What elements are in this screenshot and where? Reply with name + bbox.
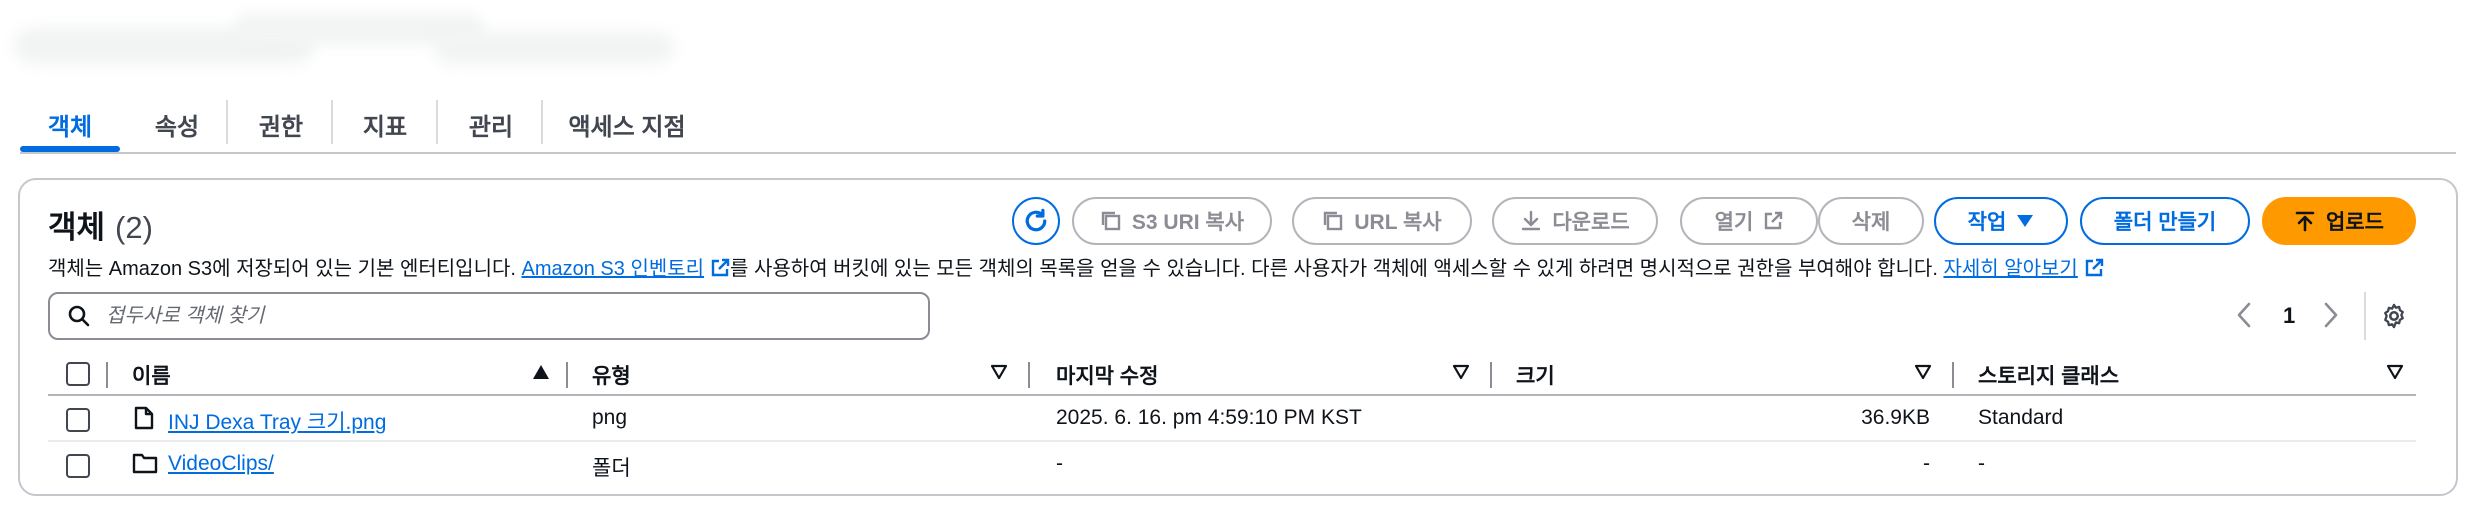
sort-icon[interactable] xyxy=(1914,364,1932,380)
download-button[interactable]: 다운로드 xyxy=(1492,197,1658,245)
search-input[interactable] xyxy=(106,304,886,328)
column-divider xyxy=(1490,362,1492,388)
upload-button[interactable]: 업로드 xyxy=(2262,197,2416,245)
external-link-icon xyxy=(1765,211,1783,230)
download-label: 다운로드 xyxy=(1552,211,1630,234)
tab-objects[interactable]: 객체 xyxy=(20,96,120,152)
external-link-icon xyxy=(711,258,730,277)
delete-button[interactable]: 삭제 xyxy=(1818,197,1924,245)
tab-bar: 객체 속성 권한 지표 관리 액세스 지점 xyxy=(20,96,2456,154)
create-folder-button[interactable]: 폴더 만들기 xyxy=(2080,197,2250,245)
search-box xyxy=(48,292,930,340)
column-divider xyxy=(566,362,568,388)
tab-management[interactable]: 관리 xyxy=(444,96,538,152)
description-text: 객체는 Amazon S3에 저장되어 있는 기본 엔터티입니다. xyxy=(48,258,522,280)
table-row: VideoClips/ 폴더 - - - xyxy=(48,442,2416,488)
object-storage-class: Standard xyxy=(1978,406,2064,429)
folder-icon xyxy=(132,453,158,474)
object-type: png xyxy=(592,406,628,429)
column-divider xyxy=(106,362,108,388)
tab-divider xyxy=(226,100,228,144)
objects-count: (2) xyxy=(115,210,153,245)
object-last-modified: 2025. 6. 16. pm 4:59:10 PM KST xyxy=(1056,406,1362,429)
tab-divider xyxy=(436,100,438,144)
actions-label: 작업 xyxy=(1967,211,2007,234)
column-divider xyxy=(1028,362,1030,388)
tab-access-points[interactable]: 액세스 지점 xyxy=(554,96,700,152)
column-header-storage-class[interactable]: 스토리지 클래스 xyxy=(1978,360,2119,390)
search-icon xyxy=(68,305,90,327)
redacted-breadcrumb xyxy=(14,8,694,74)
refresh-button[interactable] xyxy=(1012,197,1060,245)
copy-icon xyxy=(1324,211,1343,231)
table-header: 이름 유형 마지막 수정 크기 스토리지 클래스 xyxy=(48,356,2416,396)
gear-icon[interactable] xyxy=(2380,302,2408,330)
column-divider xyxy=(1952,362,1954,388)
objects-heading: 객체 (2) xyxy=(48,202,153,247)
copy-url-button[interactable]: URL 복사 xyxy=(1292,197,1472,245)
file-icon xyxy=(134,406,154,430)
caret-down-icon xyxy=(2017,215,2034,227)
column-header-size[interactable]: 크기 xyxy=(1516,360,1555,390)
row-checkbox[interactable] xyxy=(66,454,90,478)
pager-divider xyxy=(2364,292,2366,340)
description-text: 를 사용하여 버킷에 있는 모든 객체의 목록을 얻을 수 있습니다. 다른 사… xyxy=(730,258,1944,280)
tab-permissions[interactable]: 권한 xyxy=(234,96,328,152)
download-icon xyxy=(1522,210,1541,231)
table-row: INJ Dexa Tray 크기.png png 2025. 6. 16. pm… xyxy=(48,396,2416,442)
column-header-name[interactable]: 이름 xyxy=(132,360,171,390)
object-storage-class: - xyxy=(1978,452,1985,475)
actions-dropdown-button[interactable]: 작업 xyxy=(1934,197,2068,245)
copy-url-label: URL 복사 xyxy=(1354,211,1442,234)
tab-properties[interactable]: 속성 xyxy=(130,96,224,152)
copy-s3-uri-label: S3 URI 복사 xyxy=(1131,211,1245,234)
copy-s3-uri-button[interactable]: S3 URI 복사 xyxy=(1072,197,1272,245)
tab-divider xyxy=(331,100,333,144)
active-tab-indicator xyxy=(20,146,120,152)
s3-inventory-link[interactable]: Amazon S3 인벤토리 xyxy=(522,258,731,280)
sort-icon[interactable] xyxy=(1452,364,1470,380)
sort-icon[interactable] xyxy=(2386,364,2404,380)
create-folder-label: 폴더 만들기 xyxy=(2113,211,2217,234)
next-page-icon[interactable] xyxy=(2323,302,2339,328)
select-all-checkbox[interactable] xyxy=(66,362,90,386)
object-type: 폴더 xyxy=(592,457,631,480)
delete-label: 삭제 xyxy=(1851,211,1891,234)
external-link-icon xyxy=(2085,258,2104,277)
upload-label: 업로드 xyxy=(2326,211,2384,234)
sort-ascending-icon[interactable] xyxy=(532,364,550,380)
objects-title: 객체 xyxy=(48,210,106,245)
sort-icon[interactable] xyxy=(990,364,1008,380)
learn-more-link[interactable]: 자세히 알아보기 xyxy=(1943,258,2104,280)
object-name-link[interactable]: VideoClips/ xyxy=(168,452,274,476)
object-size: 36.9KB xyxy=(1861,406,1930,429)
column-header-last-modified[interactable]: 마지막 수정 xyxy=(1056,360,1158,390)
previous-page-icon[interactable] xyxy=(2236,302,2252,328)
tab-divider xyxy=(541,100,543,144)
open-label: 열기 xyxy=(1714,211,1754,234)
copy-icon xyxy=(1101,211,1121,231)
current-page-number[interactable]: 1 xyxy=(2283,303,2295,329)
object-last-modified: - xyxy=(1056,452,1063,475)
object-name-link[interactable]: INJ Dexa Tray 크기.png xyxy=(168,406,386,436)
upload-icon xyxy=(2295,211,2315,232)
refresh-icon xyxy=(1025,208,1047,232)
tab-metrics[interactable]: 지표 xyxy=(338,96,432,152)
column-header-type[interactable]: 유형 xyxy=(592,360,631,390)
row-checkbox[interactable] xyxy=(66,408,90,432)
open-button[interactable]: 열기 xyxy=(1680,197,1818,245)
object-size: - xyxy=(1923,452,1930,475)
objects-description: 객체는 Amazon S3에 저장되어 있는 기본 엔터티입니다. Amazon… xyxy=(48,252,2104,281)
